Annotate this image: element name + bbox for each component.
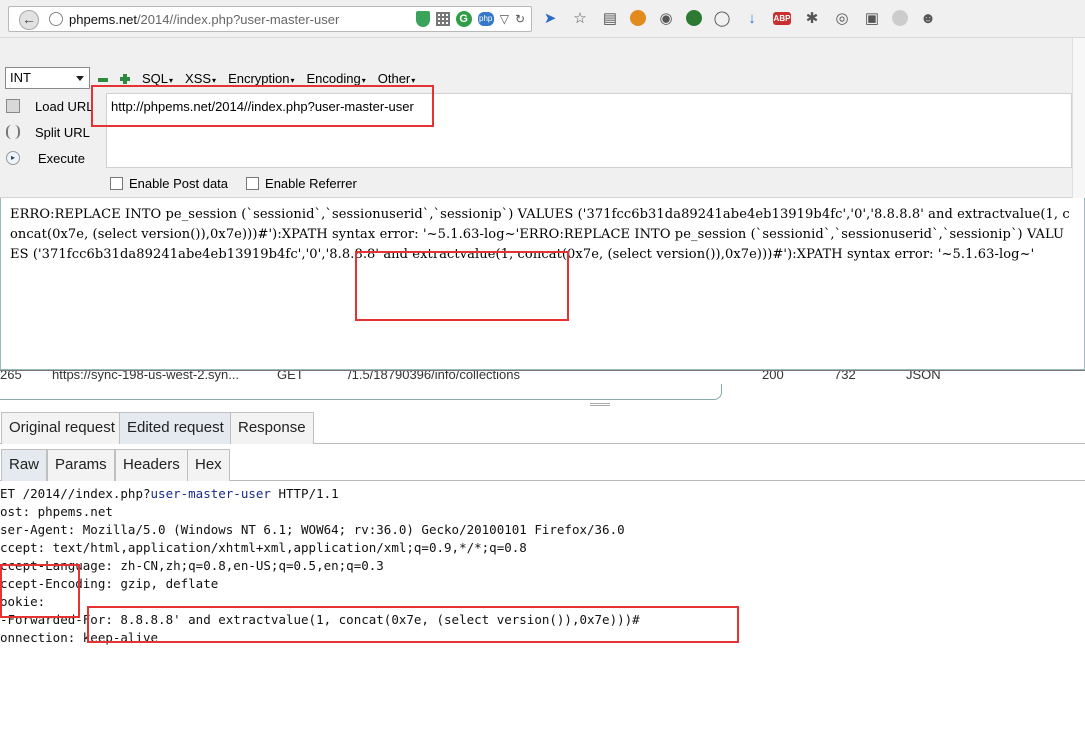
split-url-label: Split URL bbox=[35, 125, 90, 140]
raw-request[interactable]: ET /2014//index.php?user-master-user HTT… bbox=[0, 484, 1085, 751]
scissors-icon bbox=[6, 125, 20, 139]
bug-icon[interactable]: ✱ bbox=[802, 8, 822, 28]
hackbar-menus: SQL XSS Encryption Encoding Other bbox=[98, 71, 415, 86]
load-url-icon bbox=[6, 99, 20, 113]
url-textarea[interactable]: http://phpems.net/2014//index.php?user-m… bbox=[106, 93, 1072, 168]
format-tabs: Raw Params Headers Hex bbox=[0, 449, 1085, 481]
error-output: ERRO:REPLACE INTO pe_session (`sessionid… bbox=[10, 207, 1070, 262]
execute-button[interactable]: ▸ Execute bbox=[5, 148, 100, 174]
header-connection: onnection: keep-alive bbox=[0, 630, 159, 645]
header-accept-language: ccept-Language: zh-CN,zh;q=0.8,en-US;q=0… bbox=[0, 558, 384, 573]
net-id: 265 bbox=[0, 370, 22, 382]
load-url-label: Load URL bbox=[35, 99, 94, 114]
resize-grip[interactable] bbox=[590, 403, 610, 406]
green-shield-icon[interactable] bbox=[686, 10, 702, 26]
type-select-value: INT bbox=[10, 70, 31, 85]
scrollbar[interactable] bbox=[1072, 38, 1085, 198]
net-url: https://sync-198-us-west-2.syn... bbox=[52, 370, 240, 382]
reading-list-icon[interactable]: ▤ bbox=[600, 8, 620, 28]
globe-icon bbox=[49, 12, 63, 26]
play-icon: ▸ bbox=[6, 151, 20, 165]
request-tabs: Original request Edited request Response bbox=[0, 412, 1085, 444]
tab-edited-request[interactable]: Edited request bbox=[119, 412, 232, 444]
tab-raw[interactable]: Raw bbox=[1, 449, 48, 481]
network-icon[interactable]: ◎ bbox=[832, 8, 852, 28]
header-user-agent: ser-Agent: Mozilla/5.0 (Windows NT 6.1; … bbox=[0, 522, 625, 537]
back-arrow-icon[interactable]: ← bbox=[19, 10, 39, 30]
reload-icon[interactable]: ↻ bbox=[515, 12, 525, 26]
circle-icon[interactable] bbox=[892, 10, 908, 26]
palette-icon[interactable]: ◉ bbox=[656, 8, 676, 28]
tab-original-request[interactable]: Original request bbox=[1, 412, 123, 444]
shield-icon[interactable] bbox=[415, 11, 430, 27]
owl-icon[interactable] bbox=[630, 10, 646, 26]
screenshot: ← phpems.net/2014//index.php?user-master… bbox=[0, 0, 1085, 751]
request-line-end: HTTP/1.1 bbox=[270, 486, 339, 501]
execute-label: Execute bbox=[38, 151, 85, 166]
google-translate-icon[interactable]: G bbox=[455, 11, 472, 27]
tab-response[interactable]: Response bbox=[230, 412, 314, 444]
address-bar-icons: G php ▽ ↻ bbox=[415, 11, 525, 27]
hackbar-options: Enable Post data Enable Referrer bbox=[110, 176, 357, 191]
dropdown-arrow-icon[interactable]: ▽ bbox=[500, 12, 509, 26]
menu-xss[interactable]: XSS bbox=[185, 71, 216, 86]
load-url-button[interactable]: Load URL bbox=[5, 96, 100, 122]
menu-sql[interactable]: SQL bbox=[142, 71, 173, 86]
menu-encoding[interactable]: Encoding bbox=[307, 71, 366, 86]
plus-icon[interactable] bbox=[120, 73, 130, 84]
url-path: /2014//index.php?user-master-user bbox=[136, 12, 340, 27]
net-method: GET bbox=[277, 370, 304, 382]
request-line-start: ET /2014//index.php? bbox=[0, 486, 151, 501]
header-x-forwarded-for: -Forwarded-For: 8.8.8.8' and extractvalu… bbox=[0, 612, 640, 627]
minus-icon[interactable] bbox=[98, 78, 108, 82]
enable-referrer-checkbox[interactable]: Enable Referrer bbox=[246, 176, 357, 191]
net-type: JSON bbox=[906, 370, 941, 382]
toolbar-icons: ➤ ☆ ▤ ◉ ◯ ↓ ABP ✱ ◎ ▣ ☻ bbox=[540, 8, 938, 28]
tab-hex[interactable]: Hex bbox=[187, 449, 230, 481]
globe-icon[interactable]: ◯ bbox=[712, 8, 732, 28]
bird-icon[interactable]: ➤ bbox=[540, 8, 560, 28]
url-textarea-value: http://phpems.net/2014//index.php?user-m… bbox=[111, 99, 414, 114]
request-line: ET /2014//index.php?user-master-user HTT… bbox=[0, 486, 339, 501]
network-panel: 265 https://sync-198-us-west-2.syn... GE… bbox=[0, 370, 1085, 406]
header-accept-encoding: ccept-Encoding: gzip, deflate bbox=[0, 576, 219, 591]
browser-navbar: ← phpems.net/2014//index.php?user-master… bbox=[0, 0, 1085, 38]
checkbox-box bbox=[246, 177, 260, 190]
checkbox-box bbox=[110, 177, 123, 190]
split-url-button[interactable]: Split URL bbox=[5, 122, 100, 148]
abp-icon[interactable]: ABP bbox=[772, 8, 792, 28]
menu-other[interactable]: Other bbox=[378, 71, 416, 86]
request-query: user-master-user bbox=[150, 486, 271, 501]
header-accept: ccept: text/html,application/xhtml+xml,a… bbox=[0, 540, 527, 555]
hackbar-actions: Load URL Split URL ▸ Execute bbox=[5, 96, 100, 174]
page-result: ERRO:REPLACE INTO pe_session (`sessionid… bbox=[0, 198, 1085, 370]
hackbar-panel: INT SQL XSS Encryption Encoding Other Lo… bbox=[0, 38, 1085, 198]
header-host: ost: phpems.net bbox=[0, 504, 113, 519]
tab-params[interactable]: Params bbox=[47, 449, 115, 481]
net-size: 732 bbox=[834, 370, 856, 382]
menu-encryption[interactable]: Encryption bbox=[228, 71, 294, 86]
enable-post-checkbox[interactable]: Enable Post data bbox=[110, 176, 228, 191]
enable-referrer-label: Enable Referrer bbox=[265, 176, 357, 191]
abp-label: ABP bbox=[772, 11, 792, 25]
net-status: 200 bbox=[762, 370, 784, 382]
url-host: phpems.net bbox=[69, 12, 137, 27]
panel-divider bbox=[0, 384, 722, 400]
chat-icon[interactable]: ☻ bbox=[918, 8, 938, 28]
qr-icon[interactable] bbox=[435, 12, 450, 26]
php-icon[interactable]: php bbox=[477, 12, 494, 26]
download-icon[interactable]: ↓ bbox=[742, 8, 762, 28]
chevron-down-icon bbox=[76, 76, 84, 81]
star-icon[interactable]: ☆ bbox=[570, 8, 590, 28]
network-row[interactable]: 265 https://sync-198-us-west-2.syn... GE… bbox=[0, 371, 1085, 385]
tab-headers[interactable]: Headers bbox=[115, 449, 188, 481]
enable-post-label: Enable Post data bbox=[129, 176, 229, 191]
address-text[interactable]: phpems.net/2014//index.php?user-master-u… bbox=[69, 12, 339, 27]
address-bar[interactable]: ← phpems.net/2014//index.php?user-master… bbox=[8, 6, 532, 32]
net-path: /1.5/18790396/info/collections bbox=[348, 370, 521, 382]
window-icon[interactable]: ▣ bbox=[862, 8, 882, 28]
type-select[interactable]: INT bbox=[5, 67, 90, 89]
header-cookie: ookie: bbox=[0, 594, 46, 609]
